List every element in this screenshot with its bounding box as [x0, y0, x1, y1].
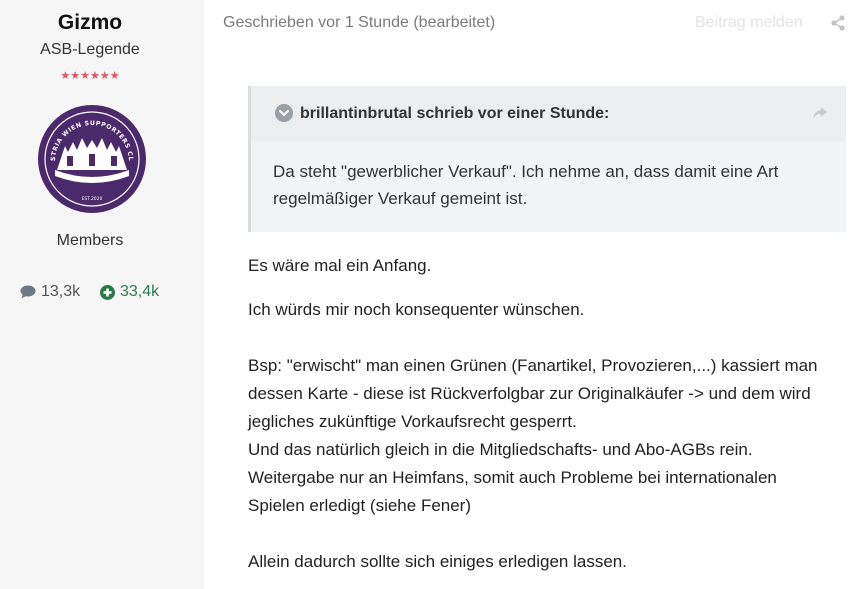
author-username[interactable]: Gizmo [0, 11, 180, 35]
author-title: ASB-Legende [40, 41, 140, 58]
share-arrow-icon[interactable] [812, 106, 828, 125]
post-paragraph: Bsp: "erwischt" man einen Grünen (Fanart… [248, 352, 848, 520]
share-icon[interactable] [830, 15, 846, 36]
author-posts-stat: 13,3k [20, 283, 80, 301]
chevron-down-circle-icon[interactable] [275, 104, 293, 127]
club-logo-icon: AUSTRIA WIEN SUPPORTERS CLUB EST.2020 [34, 99, 146, 213]
quote-citation[interactable]: brillantinbrutal schrieb vor einer Stund… [300, 105, 609, 123]
plus-circle-icon [100, 284, 115, 300]
post-paragraph: Ich würds mir noch konsequenter wünschen… [248, 300, 585, 319]
post-line: Und das natürlich gleich in die Mitglied… [248, 440, 753, 459]
report-post-link[interactable]: Beitrag melden [695, 14, 803, 32]
quote-text: Da steht "gewerblicher Verkauf". Ich neh… [273, 162, 779, 208]
avatar[interactable]: AUSTRIA WIEN SUPPORTERS CLUB EST.2020 [34, 99, 147, 214]
post-line: Bsp: "erwischt" man einen Grünen (Fanart… [248, 356, 818, 375]
quote-header: brillantinbrutal schrieb vor einer Stund… [251, 86, 846, 142]
post-paragraph: Es wäre mal ein Anfang. [248, 256, 432, 275]
post-line: Spielen erledigt (siehe Fener) [248, 496, 472, 515]
post-timestamp[interactable]: Geschrieben vor 1 Stunde (bearbeitet) [223, 14, 495, 32]
post-line: jegliches zukünftige Vorkaufsrecht gespe… [248, 412, 577, 431]
comment-icon [20, 285, 36, 299]
author-reputation-stat[interactable]: 33,4k [100, 283, 159, 301]
author-group: Members [56, 232, 124, 249]
post-paragraph: Allein dadurch sollte sich einiges erled… [248, 552, 627, 571]
author-reputation-count: 33,4k [120, 283, 160, 300]
post-line: Weitergabe nur an Heimfans, somit auch P… [248, 468, 777, 487]
author-posts-count: 13,3k [41, 283, 81, 300]
avatar-est-text: EST.2020 [82, 196, 103, 202]
author-rank-stars: ★★★★★★ [60, 70, 120, 82]
post-line: dessen Karte - diese ist Rückverfolgbar … [248, 384, 811, 403]
author-panel: Gizmo ASB-Legende ★★★★★★ AUSTRIA WIEN SU… [0, 0, 204, 589]
quote-block: brillantinbrutal schrieb vor einer Stund… [248, 86, 846, 232]
